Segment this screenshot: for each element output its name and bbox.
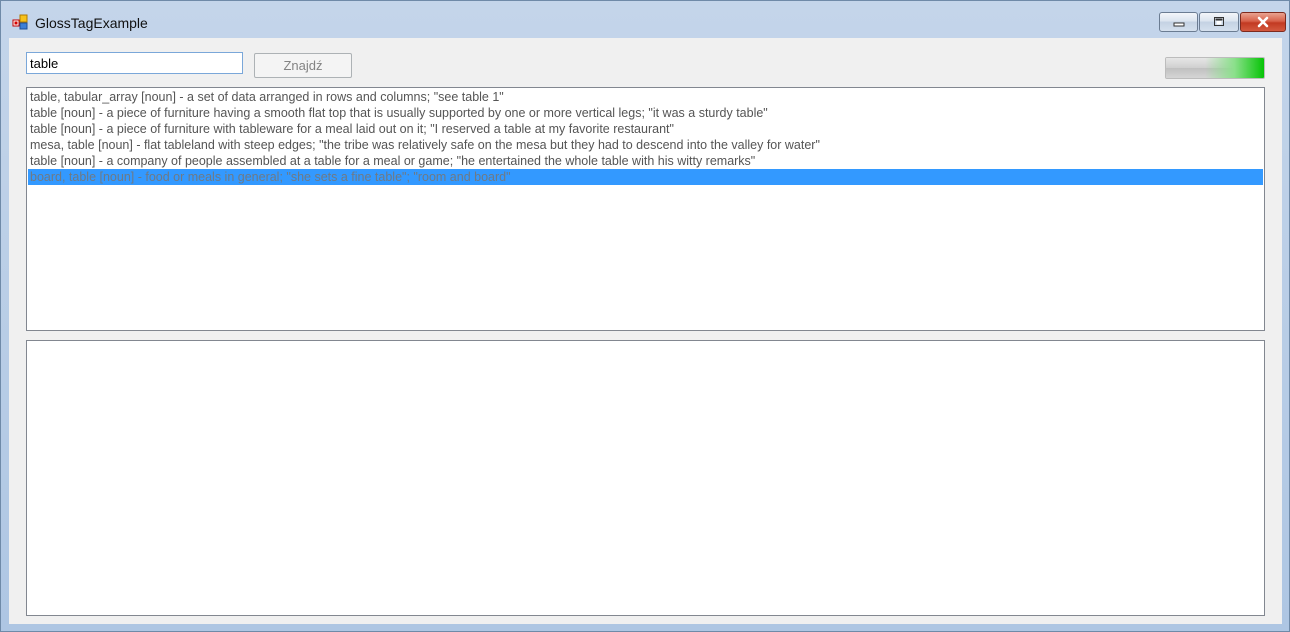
maximize-button[interactable] [1199, 12, 1239, 32]
close-button[interactable] [1240, 12, 1286, 32]
list-item[interactable]: table [noun] - a piece of furniture havi… [28, 105, 1263, 121]
progress-bar [1165, 57, 1265, 79]
minimize-button[interactable] [1159, 12, 1198, 32]
list-item[interactable]: table, tabular_array [noun] - a set of d… [28, 89, 1263, 105]
app-window: GlossTagExample Znajdź table, [0, 0, 1290, 632]
search-input[interactable] [26, 52, 243, 74]
results-list[interactable]: table, tabular_array [noun] - a set of d… [26, 87, 1265, 331]
progress-fill [1166, 58, 1264, 78]
list-item[interactable]: mesa, table [noun] - flat tableland with… [28, 137, 1263, 153]
client-area: Znajdź table, tabular_array [noun] - a s… [9, 38, 1282, 624]
app-icon [12, 14, 28, 30]
close-icon [1257, 16, 1269, 28]
list-item[interactable]: table [noun] - a piece of furniture with… [28, 121, 1263, 137]
list-item[interactable]: table [noun] - a company of people assem… [28, 153, 1263, 169]
minimize-icon [1173, 22, 1184, 27]
find-button[interactable]: Znajdź [254, 53, 352, 78]
maximize-icon [1214, 17, 1224, 26]
list-item[interactable]: board, table [noun] - food or meals in g… [28, 169, 1263, 185]
title-bar[interactable]: GlossTagExample [1, 1, 1289, 38]
window-title: GlossTagExample [35, 15, 148, 31]
details-panel[interactable] [26, 340, 1265, 616]
